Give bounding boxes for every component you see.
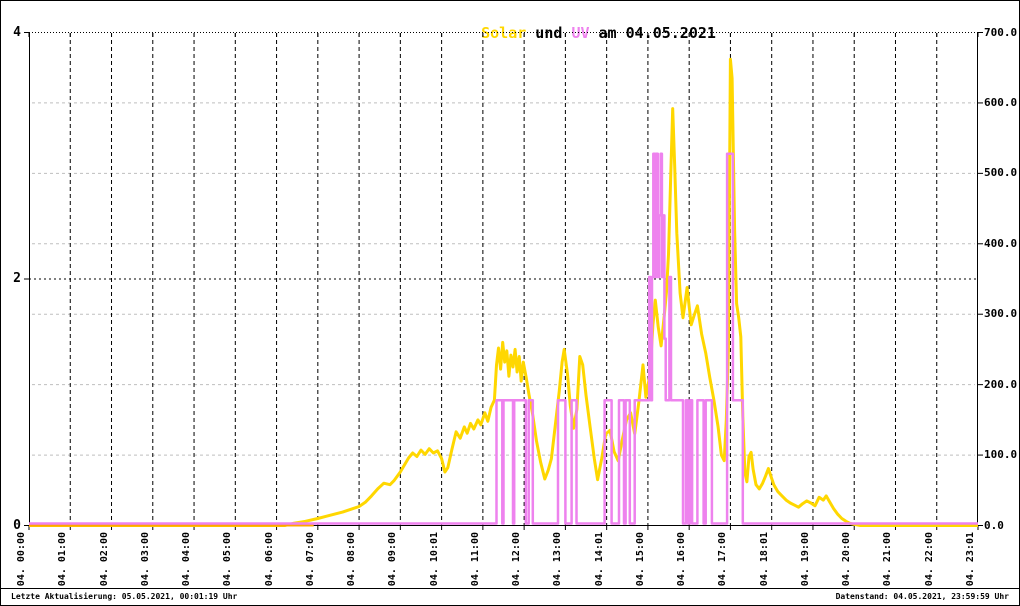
x-axis-tick-label: 04. 04:00 <box>181 532 193 587</box>
right-axis-tick-label: 0.0 <box>984 518 1004 532</box>
right-axis-tick-label: 300.0 <box>984 307 1018 321</box>
x-axis-tick-label: 04. 07:00 <box>304 532 316 587</box>
x-axis-tick-label: 04. 06:00 <box>263 532 275 587</box>
x-axis-tick-label: 04. 19:00 <box>799 532 811 587</box>
x-axis-tick-label: 04. 21:00 <box>882 532 894 587</box>
x-axis-tick-label: 04. 18:01 <box>758 532 770 587</box>
x-axis-tick-label: 04. 05:00 <box>222 532 234 587</box>
x-axis-tick-label: 04. 11:00 <box>469 532 481 587</box>
left-axis-tick-label: 2 <box>13 271 21 286</box>
footer-data-state: Datenstand: 04.05.2021, 23:59:59 Uhr <box>835 592 1009 601</box>
left-axis-tick-label: 0 <box>13 517 21 533</box>
x-axis-tick-label: 04. 15:00 <box>634 532 646 587</box>
right-axis-tick-label: 200.0 <box>984 377 1018 391</box>
chart-canvas <box>24 32 983 530</box>
x-axis-tick-label: 04. 22:00 <box>923 532 935 587</box>
x-axis-tick-label: 04. 13:00 <box>552 532 564 587</box>
x-axis-tick-label: 04. 03:00 <box>139 532 151 587</box>
right-axis-tick-label: 400.0 <box>984 236 1018 250</box>
x-axis-tick-label: 04. 00:00 <box>16 532 27 587</box>
footer-bar: Letzte Aktualisierung: 05.05.2021, 00:01… <box>1 588 1019 605</box>
plot-area <box>24 32 983 530</box>
chart-frame: Solar und UV am 04.05.2021 024 0.0 100.0 2… <box>0 0 1020 606</box>
footer-last-update: Letzte Aktualisierung: 05.05.2021, 00:01… <box>11 592 238 601</box>
x-axis-tick-label: 04. 09:00 <box>387 532 399 587</box>
left-axis-tick-label: 4 <box>13 24 21 40</box>
uv-line <box>29 152 978 525</box>
x-axis-tick-label: 04. 01:00 <box>57 532 69 587</box>
right-axis-tick-label: 500.0 <box>984 166 1018 180</box>
x-axis-tick-label: 04. 12:00 <box>511 532 523 587</box>
x-axis-tick-label: 04. 16:00 <box>676 532 688 587</box>
x-axis-tick-label: 04. 14:01 <box>593 532 605 587</box>
x-axis-tick-label: 04. 23:01 <box>965 532 976 587</box>
right-axis-tick-label: 700.0 <box>984 25 1018 39</box>
x-axis-tick-label: 04. 08:00 <box>346 532 358 587</box>
right-axis-tick-label: 600.0 <box>984 95 1018 109</box>
x-axis-tick-label: 04. 20:00 <box>841 532 853 587</box>
x-axis-tick-label: 04. 02:00 <box>98 532 110 587</box>
x-axis-tick-label: 04. 17:00 <box>717 532 729 587</box>
x-axis-tick-label: 04. 10:01 <box>428 532 440 587</box>
right-axis-tick-label: 100.0 <box>984 448 1018 462</box>
